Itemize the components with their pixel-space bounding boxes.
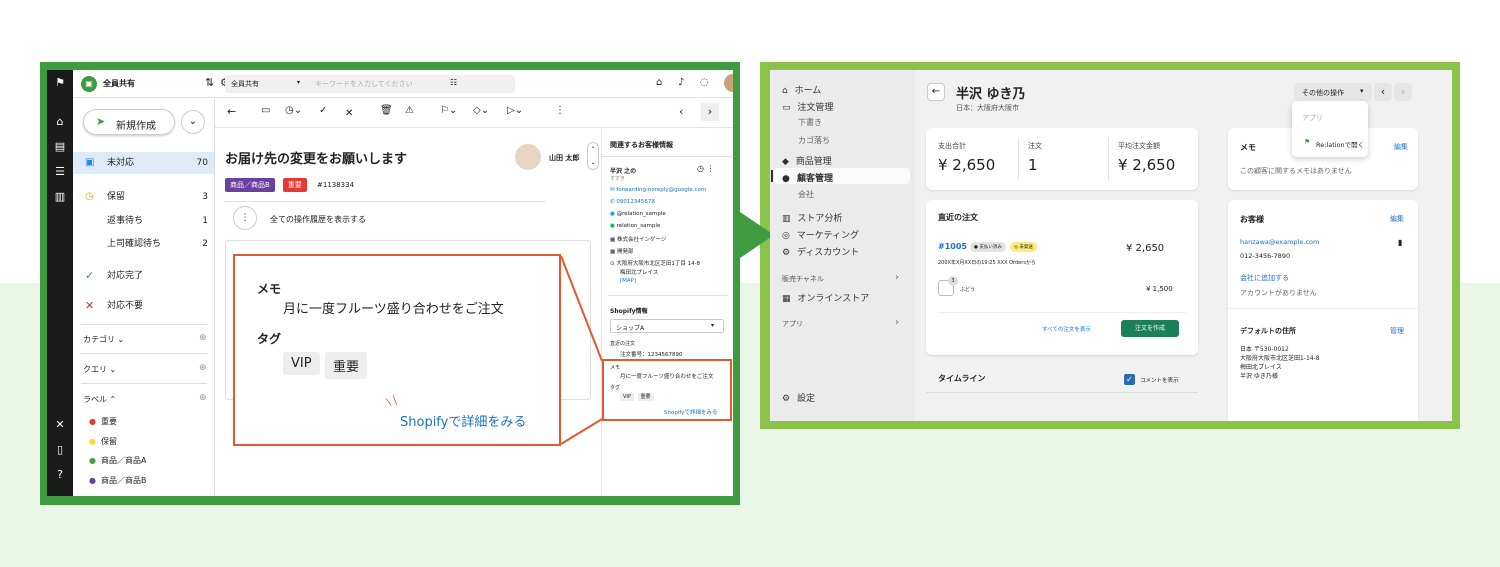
customer-edit-link[interactable]: 編集 bbox=[1390, 214, 1404, 224]
nav-label: 顧客管理 bbox=[797, 174, 834, 184]
nav-abandoned[interactable]: カゴ落ち bbox=[798, 135, 830, 146]
product-price: ¥ 1,500 bbox=[1146, 285, 1173, 293]
relation-app-window: ⚑ ⌂ ▤ ☰ ▥ ✕ ▯ ? ▣ 全員共有 ⇅ ⚙ 全員共有 ▾ キーワードを… bbox=[47, 70, 733, 496]
divider bbox=[1108, 138, 1109, 180]
customer-phone: 012-3456-7890 bbox=[1240, 252, 1291, 260]
stat-label: 支出合計 bbox=[938, 142, 966, 150]
manage-link[interactable]: 管理 bbox=[1390, 326, 1404, 336]
order-amount: ¥ 2,650 bbox=[1126, 243, 1165, 254]
unfulfilled-badge: ◎ 未発送 bbox=[1010, 242, 1037, 252]
nav-label: 設定 bbox=[796, 394, 815, 404]
nav-analytics[interactable]: ▥ ストア分析 bbox=[782, 211, 842, 224]
nav-orders[interactable]: ▭ 注文管理 bbox=[782, 100, 833, 113]
memo-text: 月に一度フルーツ盛り合わせをご注文 bbox=[283, 302, 504, 317]
prev-button[interactable]: ‹ bbox=[1374, 83, 1392, 101]
address-heading: デフォルトの住所 bbox=[1240, 327, 1296, 335]
paid-badge: ● 支払い済み bbox=[970, 242, 1006, 252]
recent-orders-card: 直近の注文 #1005 ● 支払い済み ◎ 未発送 ¥ 2,650 200X年X… bbox=[926, 200, 1198, 355]
chevron-down-icon: ▾ bbox=[1360, 87, 1364, 95]
next-button[interactable]: › bbox=[1394, 83, 1412, 101]
more-actions-label: その他の操作 bbox=[1302, 89, 1344, 97]
memo-label: メモ bbox=[257, 282, 282, 296]
create-order-button[interactable]: 注文を作成 bbox=[1121, 320, 1179, 337]
order-date: 200X年X月XX日の19:25 XXX Ordersから bbox=[938, 260, 1036, 266]
product-name: ぶどう bbox=[960, 287, 976, 293]
divider bbox=[938, 312, 1186, 313]
divider bbox=[1018, 138, 1019, 180]
stat-label: 注文 bbox=[1028, 142, 1042, 150]
all-orders-link[interactable]: すべての注文を表示 bbox=[1042, 325, 1091, 333]
spark-icon: \ | bbox=[385, 394, 399, 409]
nav-label: ストア分析 bbox=[797, 214, 843, 224]
shopify-window: ⌂ ホーム ▭ 注文管理 下書き カゴ落ち ◆ 商品管理 ● 顧客管理 会社 ▥… bbox=[770, 70, 1452, 421]
dropdown-header: アプリ bbox=[1302, 114, 1323, 122]
memo-heading: メモ bbox=[1240, 143, 1256, 152]
nav-drafts[interactable]: 下書き bbox=[798, 117, 822, 128]
timeline-heading: タイムライン bbox=[938, 374, 986, 383]
stat-value: 1 bbox=[1028, 156, 1038, 174]
stat-value: ¥ 2,650 bbox=[1118, 156, 1176, 174]
nav-discounts[interactable]: ⚙ ディスカウント bbox=[782, 245, 859, 258]
quantity-badge: 3 bbox=[948, 276, 958, 286]
badge-text: 未発送 bbox=[1019, 245, 1033, 250]
memo-edit-link[interactable]: 編集 bbox=[1394, 142, 1408, 152]
nav-active-indicator bbox=[771, 170, 773, 182]
nav-label: ディスカウント bbox=[796, 248, 860, 258]
address-line: 大阪府大阪市北区芝田1-14-8 bbox=[1240, 355, 1320, 362]
add-company-link[interactable]: 会社に追加する bbox=[1240, 273, 1289, 283]
address-line: 半沢 ゆき乃様 bbox=[1240, 373, 1278, 380]
customer-location: 日本：大阪府大阪市 bbox=[956, 104, 1019, 112]
more-actions-button[interactable]: その他の操作 ▾ bbox=[1294, 83, 1372, 101]
stats-card: 支出合計 ¥ 2,650 注文 1 平均注文金額 ¥ 2,650 bbox=[926, 128, 1198, 190]
tag-chip: 重要 bbox=[325, 352, 368, 379]
divider bbox=[926, 392, 1198, 393]
back-arrow-icon[interactable]: ← bbox=[927, 83, 945, 101]
checkbox[interactable]: ✓ bbox=[1124, 374, 1135, 385]
nav-marketing[interactable]: ◎ マーケティング bbox=[782, 228, 859, 241]
copy-icon[interactable]: ▮ bbox=[1398, 238, 1402, 247]
divider bbox=[1228, 308, 1418, 309]
nav-label: マーケティング bbox=[796, 231, 859, 241]
nav-customers[interactable]: ● 顧客管理 bbox=[782, 171, 833, 184]
relation-icon: ⚑ bbox=[1304, 138, 1311, 146]
customer-name: 半沢 ゆき乃 bbox=[956, 87, 1026, 102]
actions-dropdown: アプリ ⚑ Re:lationで開く bbox=[1292, 101, 1368, 157]
order-link[interactable]: #1005 bbox=[938, 242, 967, 251]
shopify-link[interactable]: Shopifyで詳細をみる bbox=[400, 411, 526, 430]
stat-value: ¥ 2,650 bbox=[938, 156, 996, 174]
chevron-right-icon[interactable]: › bbox=[895, 317, 899, 328]
nav-label: 商品管理 bbox=[795, 157, 832, 167]
show-comments-label: コメントを表示 bbox=[1140, 378, 1179, 384]
nav-label: オンラインストア bbox=[797, 294, 870, 304]
no-account-text: アカウントがありません bbox=[1240, 289, 1317, 297]
address-line: 梅田北プレイス bbox=[1240, 364, 1282, 371]
customer-card: お客様 編集 hanzawa@example.com ▮ 012-3456-78… bbox=[1228, 200, 1418, 421]
recent-heading: 直近の注文 bbox=[938, 213, 978, 222]
nav-settings[interactable]: ⚙ 設定 bbox=[782, 391, 815, 404]
memo-empty: この顧客に関するメモはありません bbox=[1240, 167, 1352, 175]
nav-label: 注文管理 bbox=[797, 103, 834, 113]
nav-label: ホーム bbox=[794, 86, 822, 96]
badge-text: 支払い済み bbox=[979, 245, 1002, 250]
nav-companies[interactable]: 会社 bbox=[798, 189, 814, 200]
customer-email[interactable]: hanzawa@example.com bbox=[1240, 238, 1319, 246]
open-in-relation[interactable]: Re:lationで開く bbox=[1316, 139, 1364, 149]
chevron-right-icon[interactable]: › bbox=[895, 272, 899, 283]
nav-home[interactable]: ⌂ ホーム bbox=[782, 83, 821, 96]
arrow-icon bbox=[740, 212, 774, 258]
stat-label: 平均注文金額 bbox=[1118, 142, 1160, 150]
shopify-sidebar: ⌂ ホーム ▭ 注文管理 下書き カゴ落ち ◆ 商品管理 ● 顧客管理 会社 ▥… bbox=[770, 70, 915, 421]
tag-label: タグ bbox=[257, 332, 282, 346]
customer-heading: お客様 bbox=[1240, 215, 1264, 224]
zoom-overlay: メモ 月に一度フルーツ盛り合わせをご注文 タグ VIP 重要 \ | Shopi… bbox=[233, 254, 561, 446]
nav-online-store[interactable]: ▦ オンラインストア bbox=[782, 291, 869, 304]
address-line: 日本 〒530-0012 bbox=[1240, 346, 1289, 353]
tag-chip: VIP bbox=[283, 352, 320, 375]
nav-apps[interactable]: アプリ bbox=[782, 319, 803, 329]
nav-products[interactable]: ◆ 商品管理 bbox=[782, 154, 832, 167]
nav-channels[interactable]: 販売チャネル bbox=[782, 274, 824, 284]
